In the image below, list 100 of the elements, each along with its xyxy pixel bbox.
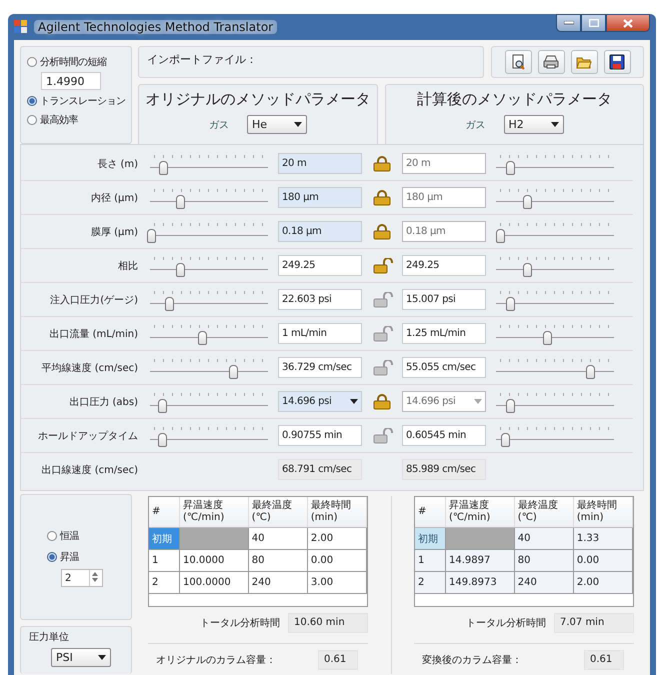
- caret-icon: [350, 399, 358, 404]
- slider-thumb[interactable]: [586, 364, 596, 378]
- caret-icon: [294, 122, 302, 127]
- radio-label[interactable]: 昇温: [60, 550, 79, 564]
- locked-padlock-icon[interactable]: [371, 394, 393, 410]
- unlocked-padlock-icon[interactable]: [371, 258, 393, 274]
- slider-thumb[interactable]: [176, 194, 184, 208]
- radio-label[interactable]: 恒温: [60, 528, 79, 542]
- maximize-button[interactable]: [581, 14, 606, 32]
- slider-thumb[interactable]: [522, 262, 532, 276]
- row-header-cell[interactable]: 2: [415, 572, 446, 594]
- parameter-label: 長さ (m): [96, 158, 138, 170]
- slider-thumb[interactable]: [501, 432, 510, 446]
- close-icon: [623, 18, 633, 28]
- table-cell: 40: [248, 528, 308, 550]
- value-field[interactable]: 0.60545 min: [402, 425, 486, 446]
- pressure-unit-dropdown[interactable]: PSI: [51, 648, 111, 667]
- column-header: 最終時間 (min): [573, 497, 632, 528]
- gas-label: ガス: [209, 118, 229, 132]
- value-field[interactable]: 15.007 psi: [402, 289, 486, 310]
- preview-button[interactable]: [504, 50, 532, 74]
- table-cell: 2.00: [573, 572, 632, 594]
- table-cell: 149.8973: [446, 572, 514, 594]
- table-cell: 80: [514, 550, 574, 572]
- column-header: 最終温度 (℃): [514, 497, 574, 528]
- table-cell: 0.00: [307, 550, 366, 572]
- minimize-button[interactable]: [556, 14, 581, 32]
- slider-thumb[interactable]: [158, 160, 168, 174]
- maximize-icon: [588, 19, 598, 27]
- ramp-count-spinner[interactable]: 2: [61, 569, 103, 587]
- pressure-unit-label: 圧力単位: [29, 630, 70, 644]
- caret-icon: [98, 655, 106, 660]
- value-field[interactable]: 180 μm: [278, 187, 362, 208]
- section-title: 計算後のメソッドパラメータ: [417, 90, 612, 109]
- radio-label[interactable]: 最高効率: [40, 112, 78, 126]
- import-file-label: インポートファイル：: [147, 53, 257, 66]
- close-button[interactable]: [606, 14, 650, 32]
- value-field[interactable]: 36.729 cm/sec: [278, 357, 362, 378]
- slider-thumb[interactable]: [176, 262, 184, 276]
- minimize-icon: [564, 21, 574, 25]
- parameter-label: 内径 (μm): [90, 192, 138, 204]
- total-time-label: トータル分析時間: [200, 616, 280, 630]
- slider-thumb[interactable]: [158, 432, 167, 446]
- value-dropdown[interactable]: 14.696 psi: [278, 391, 362, 412]
- row-header-cell[interactable]: 初期: [415, 528, 446, 550]
- column-header: #: [149, 497, 180, 528]
- radio-button[interactable]: [47, 530, 57, 540]
- table-cell: 240: [248, 572, 308, 594]
- parameter-label: 相比: [117, 260, 138, 272]
- table-cell: 100.0000: [180, 572, 248, 594]
- print-button[interactable]: [538, 50, 564, 74]
- slider-thumb[interactable]: [164, 296, 174, 310]
- radio-button[interactable]: [27, 96, 37, 106]
- total-time-label: トータル分析時間: [466, 616, 546, 630]
- save-button[interactable]: [604, 50, 630, 74]
- value-field[interactable]: 1 mL/min: [278, 323, 362, 344]
- value-field: 68.791 cm/sec: [278, 459, 362, 480]
- table-cell: 40: [514, 528, 574, 550]
- value-field[interactable]: 249.25: [278, 255, 362, 276]
- value-field[interactable]: 55.055 cm/sec: [402, 357, 486, 378]
- gas-dropdown[interactable]: He: [247, 115, 307, 134]
- column-header: 昇温速度 (℃/min): [446, 497, 514, 528]
- slider-thumb[interactable]: [228, 364, 238, 378]
- row-header-cell[interactable]: 1: [149, 550, 180, 572]
- table-cell: 14.9897: [446, 550, 514, 572]
- factor-field[interactable]: 1.4990: [41, 72, 101, 90]
- value-field[interactable]: 249.25: [402, 255, 486, 276]
- radio-label[interactable]: トランスレーション: [40, 94, 126, 108]
- locked-padlock-icon[interactable]: [371, 224, 393, 240]
- value-field[interactable]: 0.18 μm: [278, 221, 362, 242]
- open-button[interactable]: [570, 50, 598, 74]
- radio-label[interactable]: 分析時間の短縮: [40, 54, 106, 68]
- radio-button[interactable]: [27, 56, 37, 66]
- magnifier-page-icon: [510, 54, 526, 70]
- total-time-field: 7.07 min: [554, 613, 634, 633]
- locked-padlock-icon[interactable]: [371, 190, 393, 206]
- gas-dropdown[interactable]: H2: [504, 115, 564, 134]
- total-time-field: 10.60 min: [288, 613, 368, 633]
- slider-thumb[interactable]: [198, 330, 207, 344]
- value-field[interactable]: 1.25 mL/min: [402, 323, 486, 344]
- slider-thumb[interactable]: [147, 228, 156, 242]
- printer-icon: [543, 54, 559, 70]
- slider-thumb[interactable]: [542, 330, 552, 344]
- table-cell: 80: [248, 550, 308, 572]
- slider-thumb[interactable]: [158, 398, 167, 412]
- gas-label: ガス: [466, 118, 486, 132]
- locked-padlock-icon[interactable]: [371, 156, 393, 172]
- radio-button[interactable]: [27, 114, 37, 124]
- value-field[interactable]: 20 m: [278, 153, 362, 174]
- value-field[interactable]: 22.603 psi: [278, 289, 362, 310]
- parameter-label: ホールドアップタイム: [37, 430, 138, 442]
- value-field[interactable]: 0.90755 min: [278, 425, 362, 446]
- slider-thumb[interactable]: [506, 296, 516, 310]
- column-header: 最終時間 (min): [307, 497, 366, 528]
- capacity-field: 0.61: [318, 650, 358, 670]
- table-cell: 2.00: [307, 528, 366, 550]
- parameter-label: 出口圧力 (abs): [68, 396, 138, 408]
- row-header-cell[interactable]: 2: [149, 572, 180, 594]
- radio-button[interactable]: [47, 552, 57, 562]
- row-header-cell[interactable]: 1: [415, 550, 446, 572]
